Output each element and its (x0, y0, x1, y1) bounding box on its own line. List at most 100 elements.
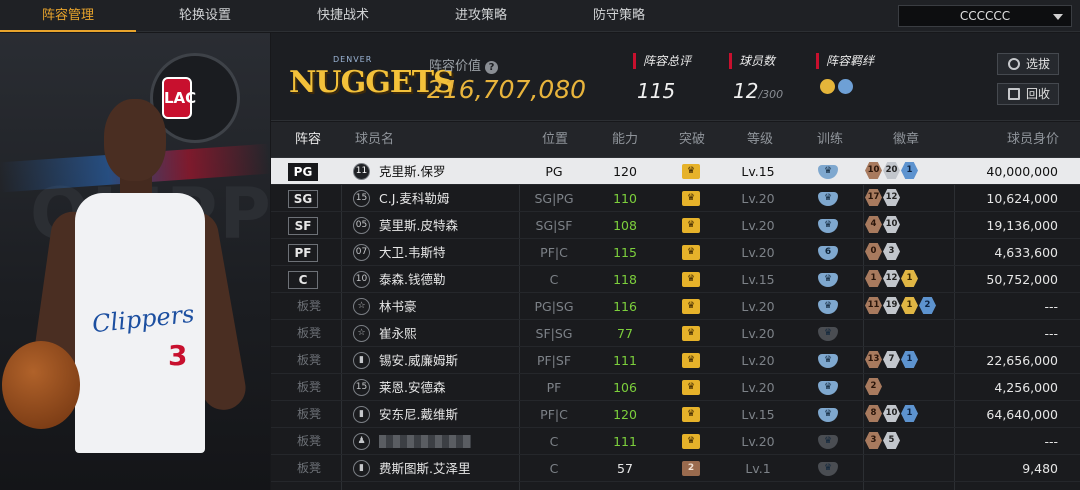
table-row[interactable]: PG 11 克里斯.保罗 PG 120 ♛ Lv.15 ♛ 10 20 1 40,000,000 (271, 158, 1080, 185)
breakthrough-crown-icon[interactable]: ♛ (682, 164, 700, 179)
training-icon[interactable]: ♛ (818, 408, 838, 422)
player-name[interactable]: 锡安.威廉姆斯 (379, 347, 458, 374)
lineup-slot-badge[interactable]: PF (288, 244, 318, 262)
breakthrough-crown-icon[interactable]: ♛ (682, 218, 700, 233)
breakthrough-crown-icon[interactable]: ♛ (682, 353, 700, 368)
training-icon[interactable]: 6 (818, 246, 838, 260)
breakthrough-crown-icon[interactable]: ♛ (682, 434, 700, 449)
badge-list[interactable]: 8 10 1 (865, 405, 919, 424)
table-row[interactable]: 板凳 ☆ 崔永熙 SF|SG 77 ♛ Lv.20 ♛ --- (271, 320, 1080, 347)
bond-stat: 阵容羁绊 (816, 53, 874, 98)
badge-hex-icon: 1 (901, 270, 918, 287)
badge-list[interactable]: 2 (865, 378, 883, 397)
training-icon[interactable]: ♛ (818, 327, 838, 341)
table-row[interactable]: SG 15 C.J.麦科勒姆 SG|PG 110 ♛ Lv.20 ♛ 17 12 10,624,00… (271, 185, 1080, 212)
tab-defense-strategy[interactable]: 防守策略 (550, 0, 688, 32)
badge-list[interactable]: 10 20 1 (865, 162, 919, 181)
select-button[interactable]: 选拔 (997, 53, 1059, 75)
col-player-name[interactable]: 球员名 (355, 122, 394, 158)
badge-hex-icon: 12 (883, 189, 900, 206)
training-icon[interactable]: ♛ (818, 354, 838, 368)
player-name[interactable]: C.J.麦科勒姆 (379, 185, 449, 212)
player-ability: 77 (617, 326, 633, 341)
table-row[interactable]: 板凳 ♟ C 111 ♛ Lv.20 ♛ 3 5 --- (271, 428, 1080, 455)
lineup-slot-badge[interactable]: SG (288, 190, 318, 208)
table-row[interactable]: 板凳 ☆ 林书豪 PG|SG 116 ♛ Lv.20 ♛ 11 19 1 2 --- (271, 293, 1080, 320)
player-name[interactable]: 崔永熙 (379, 320, 417, 347)
recycle-button[interactable]: 回收 (997, 83, 1059, 105)
training-icon[interactable]: ♛ (818, 165, 838, 179)
badge-list[interactable]: 03 (865, 243, 901, 262)
col-lineup[interactable]: 阵容 (295, 122, 321, 158)
training-icon[interactable]: ♛ (818, 192, 838, 206)
col-position[interactable]: 位置 (542, 122, 568, 158)
team-dropdown-value: CCCCCC (959, 9, 1011, 23)
col-ability[interactable]: 能力 (612, 122, 638, 158)
breakthrough-crown-icon[interactable]: ♛ (682, 380, 700, 395)
training-icon[interactable]: ♛ (818, 435, 838, 449)
col-breakthrough[interactable]: 突破 (679, 122, 705, 158)
col-level[interactable]: 等级 (747, 122, 773, 158)
table-row[interactable]: C 10 泰森.钱德勒 C 118 ♛ Lv.15 ♛ 1 12 1 50,752,000 (271, 266, 1080, 293)
breakthrough-crown-icon[interactable]: ♛ (682, 245, 700, 260)
table-row[interactable]: 板凳 15 莱恩.安德森 PF 106 ♛ Lv.20 ♛ 2 4,256,000 (271, 374, 1080, 401)
badge-list[interactable]: 17 12 (865, 189, 901, 208)
player-position: PG|SG (534, 299, 574, 314)
breakthrough-crown-icon[interactable]: ♛ (682, 191, 700, 206)
player-name[interactable]: 安东尼.戴维斯 (379, 401, 458, 428)
player-name[interactable]: 大卫.韦斯特 (379, 239, 445, 266)
table-row[interactable]: 板凳 ▮ 安东尼.戴维斯 PF|C 120 ♛ Lv.15 ♛ 8 10 1 64,640,000 (271, 401, 1080, 428)
blurred-player-name (379, 435, 471, 448)
player-name[interactable]: 费斯图斯.艾泽里 (379, 455, 470, 482)
lineup-slot-badge[interactable]: SF (288, 217, 318, 235)
tab-rotation-settings[interactable]: 轮换设置 (136, 0, 274, 32)
help-icon[interactable]: ? (485, 61, 499, 74)
lineup-slot-badge[interactable]: PG (288, 163, 318, 181)
badge-list[interactable]: 1 12 1 (865, 270, 919, 289)
col-value[interactable]: 球员身价 (1007, 122, 1059, 158)
badge-list[interactable]: 11 19 1 2 (865, 297, 937, 316)
player-ability: 111 (613, 353, 637, 368)
jersey-number: 3 (168, 339, 188, 372)
badge-hex-icon: 10 (883, 405, 900, 422)
training-icon[interactable]: ♛ (818, 381, 838, 395)
player-position: SF|SG (535, 326, 573, 341)
player-name[interactable]: 林书豪 (379, 293, 417, 320)
lineup-slot-badge[interactable]: C (288, 271, 318, 289)
col-training[interactable]: 训练 (817, 122, 843, 158)
badge-list[interactable]: 13 7 1 (865, 351, 919, 370)
badge-list[interactable]: 4 10 (865, 216, 901, 235)
table-row[interactable]: 板凳 ▮ 费斯图斯.艾泽里 C 57 2 Lv.1 ♛ 9,480 (271, 455, 1080, 482)
badge-hex-icon: 11 (865, 297, 882, 314)
recycle-button-label: 回收 (1025, 87, 1050, 101)
team-dropdown[interactable]: CCCCCC (898, 5, 1072, 27)
badge-list[interactable]: 35 (865, 432, 901, 451)
table-row[interactable]: 板凳 ▮ 锡安.威廉姆斯 PF|SF 111 ♛ Lv.20 ♛ 13 7 1 22,656,000 (271, 347, 1080, 374)
player-name[interactable]: 克里斯.保罗 (379, 158, 445, 185)
tab-quick-tactics[interactable]: 快捷战术 (274, 0, 412, 32)
breakthrough-crown-icon[interactable]: ♛ (682, 299, 700, 314)
breakthrough-crown-icon[interactable]: ♛ (682, 326, 700, 341)
breakthrough-crown-icon[interactable]: ♛ (682, 272, 700, 287)
player-name[interactable]: 莫里斯.皮特森 (379, 212, 458, 239)
table-row[interactable]: PF 07 大卫.韦斯特 PF|C 115 ♛ Lv.20 6 0 3 4,633,600 (271, 239, 1080, 266)
jersey-number-badge: 15 (353, 379, 370, 396)
roster-table: 阵容 球员名 位置 能力 突破 等级 训练 徽章 球员身价 PG 11 克里斯.保罗… (271, 122, 1080, 490)
training-icon[interactable]: ♛ (818, 273, 838, 287)
tab-offense-strategy[interactable]: 进攻策略 (412, 0, 550, 32)
training-icon[interactable]: ♛ (818, 462, 838, 476)
player-value: 19,136,000 (986, 218, 1058, 233)
player-ability: 57 (617, 461, 633, 476)
tab-lineup-management[interactable]: 阵容管理 (0, 0, 136, 32)
bond-icons[interactable] (816, 79, 874, 98)
breakthrough-crown-icon[interactable]: 2 (682, 461, 700, 476)
col-badges[interactable]: 徽章 (893, 122, 919, 158)
player-position: SG|SF (535, 218, 573, 233)
table-row[interactable]: SF 05 莫里斯.皮特森 SG|SF 108 ♛ Lv.20 ♛ 4 10 19,136,000 (271, 212, 1080, 239)
bond-blue-icon (838, 79, 853, 94)
breakthrough-crown-icon[interactable]: ♛ (682, 407, 700, 422)
training-icon[interactable]: ♛ (818, 219, 838, 233)
player-name[interactable]: 泰森.钱德勒 (379, 266, 445, 293)
player-name[interactable]: 莱恩.安德森 (379, 374, 445, 401)
training-icon[interactable]: ♛ (818, 300, 838, 314)
